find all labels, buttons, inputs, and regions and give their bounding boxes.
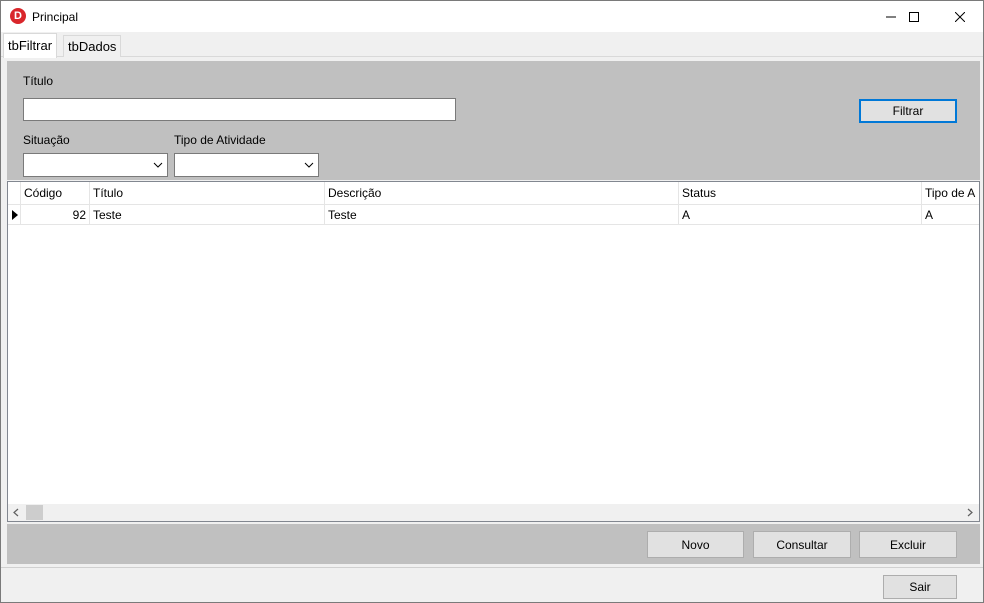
scroll-right-icon[interactable]	[967, 508, 973, 517]
cell-descricao: Teste	[325, 205, 679, 224]
row-header-cell	[8, 205, 21, 224]
chevron-down-icon	[304, 162, 314, 168]
column-header-status[interactable]: Status	[679, 182, 922, 204]
titulo-input[interactable]	[23, 98, 456, 121]
excluir-button[interactable]: Excluir	[859, 531, 957, 558]
tab-strip: tbFiltrar tbDados	[1, 32, 983, 58]
row-header-corner	[8, 182, 21, 204]
maximize-icon	[909, 11, 919, 22]
action-panel: Novo Consultar Excluir	[7, 524, 980, 564]
chevron-down-icon	[153, 162, 163, 168]
data-grid[interactable]: Código Título Descrição Status Tipo de A…	[7, 181, 980, 522]
tipo-atividade-select[interactable]	[174, 153, 319, 177]
cell-titulo: Teste	[90, 205, 325, 224]
cell-codigo: 92	[21, 205, 90, 224]
close-icon	[955, 11, 965, 22]
footer-divider	[1, 567, 983, 568]
titulo-label: Título	[23, 74, 54, 88]
current-row-indicator-icon	[12, 210, 18, 220]
situacao-label: Situação	[23, 133, 70, 147]
title-bar: D Principal	[1, 1, 983, 32]
cell-tipo: A	[922, 205, 979, 224]
table-row[interactable]: 92 Teste Teste A A	[8, 205, 979, 225]
grid-header: Código Título Descrição Status Tipo de A	[8, 182, 979, 205]
filter-panel: Título Situação Tipo de Atividade Filtra…	[7, 61, 980, 180]
close-button[interactable]	[937, 1, 983, 32]
main-window: D Principal tbFiltrar tbDados Título Sit…	[0, 0, 984, 603]
column-header-tipo[interactable]: Tipo de A	[922, 182, 979, 204]
column-header-descricao[interactable]: Descrição	[325, 182, 679, 204]
situacao-select[interactable]	[23, 153, 168, 177]
horizontal-scrollbar[interactable]	[8, 504, 979, 521]
scrollbar-thumb[interactable]	[26, 505, 43, 520]
tab-dados[interactable]: tbDados	[63, 35, 122, 57]
maximize-button[interactable]	[891, 1, 937, 32]
column-header-codigo[interactable]: Código	[21, 182, 90, 204]
scroll-left-icon[interactable]	[13, 508, 19, 517]
consultar-button[interactable]: Consultar	[753, 531, 851, 558]
window-title: Principal	[32, 10, 79, 24]
app-logo-d-icon: D	[10, 8, 26, 24]
column-header-titulo[interactable]: Título	[90, 182, 325, 204]
tipo-atividade-label: Tipo de Atividade	[174, 133, 266, 147]
tab-filtrar[interactable]: tbFiltrar	[3, 33, 58, 58]
novo-button[interactable]: Novo	[647, 531, 744, 558]
sair-button[interactable]: Sair	[883, 575, 957, 599]
cell-status: A	[679, 205, 922, 224]
filtrar-button[interactable]: Filtrar	[859, 99, 957, 123]
